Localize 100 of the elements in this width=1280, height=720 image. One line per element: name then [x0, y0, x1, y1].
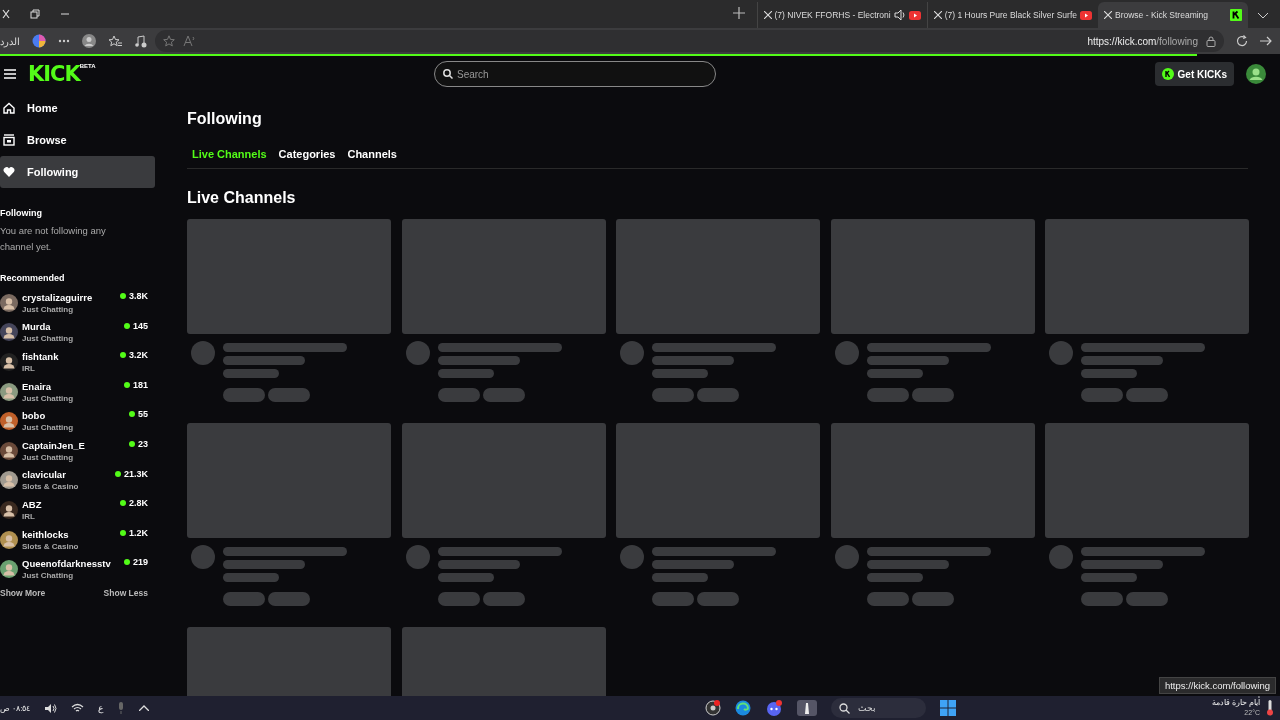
- thermometer-icon[interactable]: [1266, 700, 1274, 716]
- channel-name: Queenofdarknesstv: [22, 558, 112, 570]
- chevron-up-icon[interactable]: [139, 705, 150, 711]
- close-icon[interactable]: [763, 11, 772, 19]
- tab[interactable]: Channels: [347, 148, 397, 160]
- channel-item[interactable]: clavicular Slots & Casino 21.3K: [0, 465, 155, 496]
- new-tab-icon[interactable]: [732, 7, 745, 19]
- avatar-placeholder: [405, 545, 430, 569]
- tab[interactable]: Live Channels: [192, 148, 267, 160]
- lock-icon: [1206, 35, 1216, 47]
- tab[interactable]: Categories: [278, 148, 336, 160]
- video-icon: [1080, 10, 1092, 20]
- taskbar-search[interactable]: بحث: [831, 698, 926, 718]
- channel-item[interactable]: Queenofdarknesstv Just Chatting 219: [0, 554, 155, 584]
- tag-placeholder: [437, 388, 480, 402]
- restore-icon[interactable]: [30, 9, 40, 19]
- avatar-icon[interactable]: [1246, 64, 1266, 84]
- avatar-icon: [0, 471, 18, 490]
- channel-category: Just Chatting: [22, 334, 75, 344]
- show-more-link[interactable]: Show More: [0, 587, 46, 598]
- tag-placeholder: [1126, 388, 1168, 402]
- search-icon: [839, 702, 850, 714]
- channel-name: crystalizaguirre: [22, 291, 94, 303]
- channel-item[interactable]: crystalizaguirre Just Chatting 3.8K: [0, 288, 155, 318]
- channel-item[interactable]: bobo Just Chatting 55: [0, 406, 155, 436]
- live-dot-icon: [114, 470, 121, 477]
- channel-category: Just Chatting: [22, 571, 75, 581]
- browser-icon[interactable]: [735, 700, 751, 716]
- menu-icon[interactable]: [4, 69, 16, 79]
- live-dot-icon: [120, 293, 126, 299]
- address-field[interactable]: https://kick.com/following: [155, 30, 1224, 52]
- wifi-icon[interactable]: [71, 703, 85, 713]
- close-icon[interactable]: [1104, 11, 1112, 19]
- tag-placeholder: [482, 388, 525, 402]
- text-placeholder: [1081, 369, 1137, 378]
- show-less-link[interactable]: Show Less: [103, 587, 148, 598]
- clock-text[interactable]: ٠٨:٥٤ ص: [0, 703, 31, 713]
- browser-tab[interactable]: Browse - Kick Streaming: [1098, 2, 1248, 28]
- close-icon[interactable]: [933, 11, 942, 19]
- section-heading: Following: [0, 208, 43, 218]
- lighthouse-icon[interactable]: [797, 700, 817, 716]
- avatar-icon: [0, 441, 18, 460]
- search-icon: [443, 69, 453, 79]
- favorites-icon[interactable]: [108, 34, 122, 48]
- video-icon: [908, 10, 921, 20]
- profile-icon[interactable]: [82, 34, 96, 48]
- viewer-count: 145: [132, 320, 148, 331]
- channel-name: ABZ: [22, 498, 43, 510]
- text-placeholder: [437, 573, 494, 582]
- refresh-icon[interactable]: [1236, 35, 1248, 47]
- text-placeholder: [437, 369, 494, 378]
- text-placeholder: [223, 369, 279, 378]
- close-icon[interactable]: [2, 9, 10, 19]
- channel-item[interactable]: keithlocks Slots & Casino 1.2K: [0, 524, 155, 555]
- app-icon[interactable]: [705, 700, 721, 716]
- nav-item[interactable]: Following: [0, 156, 155, 188]
- nav-item[interactable]: Browse: [0, 124, 155, 156]
- live-dot-icon: [120, 500, 126, 507]
- channel-item[interactable]: CaptainJen_E Just Chatting 23: [0, 435, 155, 466]
- tag-placeholder: [482, 592, 525, 606]
- channel-item[interactable]: ABZ IRL 2.8K: [0, 495, 155, 525]
- volume-icon[interactable]: [44, 702, 58, 714]
- channel-item[interactable]: Enaira Just Chatting 181: [0, 376, 155, 407]
- forward-icon[interactable]: [1260, 36, 1272, 46]
- coin-icon: [1161, 68, 1174, 80]
- get-kicks-button[interactable]: Get KICKs: [1154, 62, 1234, 86]
- url-text: https://kick.com/following: [1087, 35, 1198, 47]
- microphone-icon[interactable]: [117, 702, 126, 714]
- copilot-icon[interactable]: [32, 34, 46, 48]
- text-placeholder: [1081, 573, 1137, 582]
- avatar-placeholder: [834, 545, 859, 569]
- more-icon[interactable]: [58, 39, 70, 43]
- read-aloud-icon[interactable]: [183, 35, 195, 47]
- avatar-icon: [0, 500, 18, 519]
- speaker-icon[interactable]: [893, 9, 906, 21]
- logo[interactable]: KICK$^{BETA}$: [28, 62, 96, 86]
- music-icon[interactable]: [134, 34, 147, 48]
- text-placeholder: [652, 573, 708, 582]
- viewer-count: 219: [132, 557, 148, 568]
- chat-app-icon[interactable]: [765, 700, 783, 716]
- tab-title: (7) 1 Hours Pure Black Silver Surfe: [944, 10, 1077, 20]
- chevron-down-icon[interactable]: [1258, 13, 1268, 19]
- star-icon[interactable]: [163, 35, 175, 47]
- channel-name: CaptainJen_E: [22, 439, 86, 451]
- channel-name: keithlocks: [22, 528, 70, 540]
- avatar-icon: [0, 323, 18, 342]
- channel-category: Just Chatting: [22, 452, 75, 462]
- weather-text[interactable]: أيام حارة قادمة: [1211, 698, 1260, 708]
- sidebar-label[interactable]: الدرد: [0, 35, 20, 47]
- search-field[interactable]: Search: [434, 61, 716, 87]
- heart-icon: [3, 166, 15, 178]
- channel-category: Slots & Casino: [22, 482, 80, 492]
- channel-item[interactable]: fishtank IRL 3.2K: [0, 347, 155, 377]
- channel-category: Just Chatting: [22, 423, 75, 433]
- channel-item[interactable]: Murda Just Chatting 145: [0, 317, 155, 348]
- nav-item[interactable]: Home: [0, 92, 155, 124]
- avatar-icon: [0, 530, 18, 549]
- avatar-icon: [0, 382, 18, 401]
- avatar-placeholder: [1049, 341, 1073, 365]
- language-indicator[interactable]: ع: [98, 703, 104, 713]
